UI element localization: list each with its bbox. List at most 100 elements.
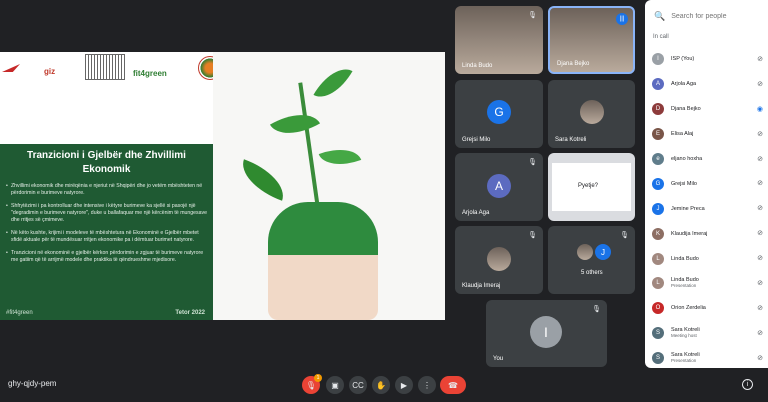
- presentation-title: Pyetje?: [578, 183, 599, 189]
- participant-name: Sara Kotreli: [555, 137, 587, 143]
- mic-off-icon: ⊘: [757, 255, 763, 263]
- participant-row[interactable]: O Orion Zerdelia ⊘: [645, 296, 768, 321]
- participant-name: Klaudija Imeraj: [671, 230, 708, 237]
- participant-row[interactable]: S Sara Kotreli Meeting host ⊘: [645, 321, 768, 346]
- participant-row[interactable]: e eljano hoxha ⊘: [645, 147, 768, 172]
- participant-name: Elisa Alaj: [671, 131, 694, 138]
- participant-name-block: Elisa Alaj: [671, 131, 693, 137]
- meeting-info-button[interactable]: i: [742, 379, 753, 390]
- captions-button[interactable]: CC: [349, 376, 367, 394]
- mic-off-icon: ⊘: [757, 155, 763, 163]
- raise-hand-button[interactable]: ✋: [372, 376, 390, 394]
- participant-avatar: J: [652, 202, 664, 215]
- participant-name-block: Orion Zerdelia: [671, 305, 706, 311]
- slide-text-panel: Tranzicioni i Gjelbër dhe Zhvillimi Ekon…: [0, 144, 213, 320]
- meeting-code: ghy-qjdy-pem: [8, 379, 57, 388]
- participant-avatar: E: [652, 128, 664, 141]
- participant-name-block: Sara Kotreli Presentation: [671, 352, 700, 364]
- participant-row[interactable]: E Elisa Alaj ⊘: [645, 122, 768, 147]
- participant-avatar: [577, 244, 593, 260]
- mic-off-icon: 🎙: [592, 306, 601, 313]
- mic-off-icon: 🎙: [528, 232, 537, 239]
- participant-row[interactable]: D Djana Bejko ◉: [645, 97, 768, 122]
- participant-row[interactable]: L Linda Budo Presentation ⊘: [645, 271, 768, 296]
- mic-off-icon: ⊘: [757, 205, 763, 213]
- participant-avatar: A: [487, 174, 511, 198]
- presentation-tile[interactable]: Pyetje?: [548, 153, 635, 221]
- slide-title: Tranzicioni i Gjelbër dhe Zhvillimi Ekon…: [27, 150, 186, 175]
- mic-off-icon: ⊘: [757, 230, 763, 238]
- participant-avatar: S: [652, 327, 664, 340]
- camera-toggle-button[interactable]: ▣: [326, 376, 344, 394]
- participant-row[interactable]: L Linda Budo ⊘: [645, 246, 768, 271]
- participant-row[interactable]: S Sara Kotreli Presentation ⊘: [645, 346, 768, 371]
- slide-bullets: Zhvillimi ekonomik dhe mirëqënia e njeri…: [6, 183, 207, 264]
- mic-off-icon: 🎙: [528, 12, 537, 19]
- government-logo: [85, 54, 125, 80]
- participant-row[interactable]: A Arjola Aga ⊘: [645, 72, 768, 97]
- participant-name: Djana Bejko: [671, 106, 701, 113]
- mic-off-icon: ⊘: [757, 56, 763, 63]
- participant-name: Orion Zerdelia: [671, 305, 706, 312]
- slide-bullet: Zhvillimi ekonomik dhe mirëqënia e njeri…: [6, 183, 207, 197]
- participant-avatar: D: [652, 103, 664, 116]
- self-avatar: I: [530, 316, 562, 348]
- slide-date: Tetor 2022: [175, 310, 205, 316]
- leave-call-button[interactable]: ☎: [440, 376, 466, 394]
- others-count: 5 others: [581, 270, 603, 276]
- participant-name-block: eljano hoxha: [671, 156, 702, 162]
- participant-name: Djana Bejko: [557, 61, 590, 67]
- participant-row[interactable]: I ISP (You) ⊘: [645, 47, 768, 72]
- participant-name: Jemine Preca: [671, 205, 705, 212]
- participant-name: Linda Budo: [462, 63, 493, 69]
- participant-name-block: Klaudija Imeraj: [671, 231, 707, 237]
- self-tile[interactable]: 🎙 I You: [486, 300, 607, 367]
- giz-logo: giz: [44, 67, 56, 76]
- notification-badge: 1: [314, 374, 322, 382]
- participant-role: Presentation: [671, 358, 697, 364]
- participant-name-block: Djana Bejko: [671, 106, 701, 112]
- participant-tile-speaking[interactable]: ||| Djana Bejko: [548, 6, 635, 74]
- people-search[interactable]: 🔍: [650, 5, 768, 27]
- participant-row[interactable]: G Grejsi Milo ⊘: [645, 171, 768, 196]
- participant-role: Meeting host: [671, 333, 697, 339]
- participant-name: Arjola Aga: [671, 81, 697, 88]
- mic-off-icon: ⊘: [757, 80, 763, 88]
- slide-bullet: Shfrytëzimi i pa kontrolluar dhe intensi…: [6, 203, 207, 224]
- participant-name: eljano hoxha: [671, 156, 703, 162]
- people-panel: 🔍 In call I ISP (You) ⊘ A Arjola Aga ⊘ D Djana …: [645, 0, 768, 368]
- people-search-input[interactable]: [671, 12, 762, 20]
- participant-tile[interactable]: 🎙 A Arjola Aga: [455, 153, 543, 221]
- mic-off-icon: ⊘: [757, 130, 763, 138]
- participant-name-block: Jemine Preca: [671, 206, 705, 212]
- participant-name-block: ISP (You): [671, 56, 694, 62]
- camera-icon: ▣: [331, 380, 339, 390]
- mic-off-icon: ⊘: [757, 354, 763, 362]
- participant-tile[interactable]: 🎙 Linda Budo: [455, 6, 543, 74]
- search-icon: 🔍: [654, 10, 666, 21]
- participant-row[interactable]: K Klaudija Imeraj ⊘: [645, 221, 768, 246]
- mic-off-icon: 🎙: [305, 380, 317, 390]
- presentation-slide: giz fit4green Tranzicioni i Gjelbër dhe …: [0, 52, 445, 320]
- participant-tile[interactable]: Sara Kotreli: [548, 80, 635, 148]
- more-vert-icon: ⋮: [423, 380, 431, 390]
- participant-avatar: G: [652, 177, 664, 190]
- participant-avatar: [487, 247, 511, 271]
- participant-avatar: L: [652, 252, 664, 265]
- participant-list: I ISP (You) ⊘ A Arjola Aga ⊘ D Djana Bejko ◉ E Eli…: [645, 47, 768, 371]
- others-tile[interactable]: 🎙 J 5 others: [548, 226, 635, 294]
- participant-avatar: L: [652, 277, 664, 290]
- more-options-button[interactable]: ⋮: [418, 376, 436, 394]
- mic-off-icon: 🎙: [620, 232, 629, 239]
- participant-name-block: Arjola Aga: [671, 81, 696, 87]
- slide-bullet: Në këto kushte, krijimi i modeleve të mb…: [6, 230, 207, 244]
- hand-icon: ✋: [376, 380, 386, 390]
- participant-avatar: S: [652, 352, 664, 365]
- participant-tile[interactable]: G Grejsi Milo: [455, 80, 543, 148]
- hang-up-icon: ☎: [448, 380, 458, 390]
- participant-name: Arjola Aga: [462, 210, 490, 216]
- present-button[interactable]: ▶: [395, 376, 413, 394]
- present-icon: ▶: [400, 380, 408, 390]
- participant-tile[interactable]: 🎙 Klaudja Imeraj: [455, 226, 543, 294]
- participant-row[interactable]: J Jemine Preca ⊘: [645, 196, 768, 221]
